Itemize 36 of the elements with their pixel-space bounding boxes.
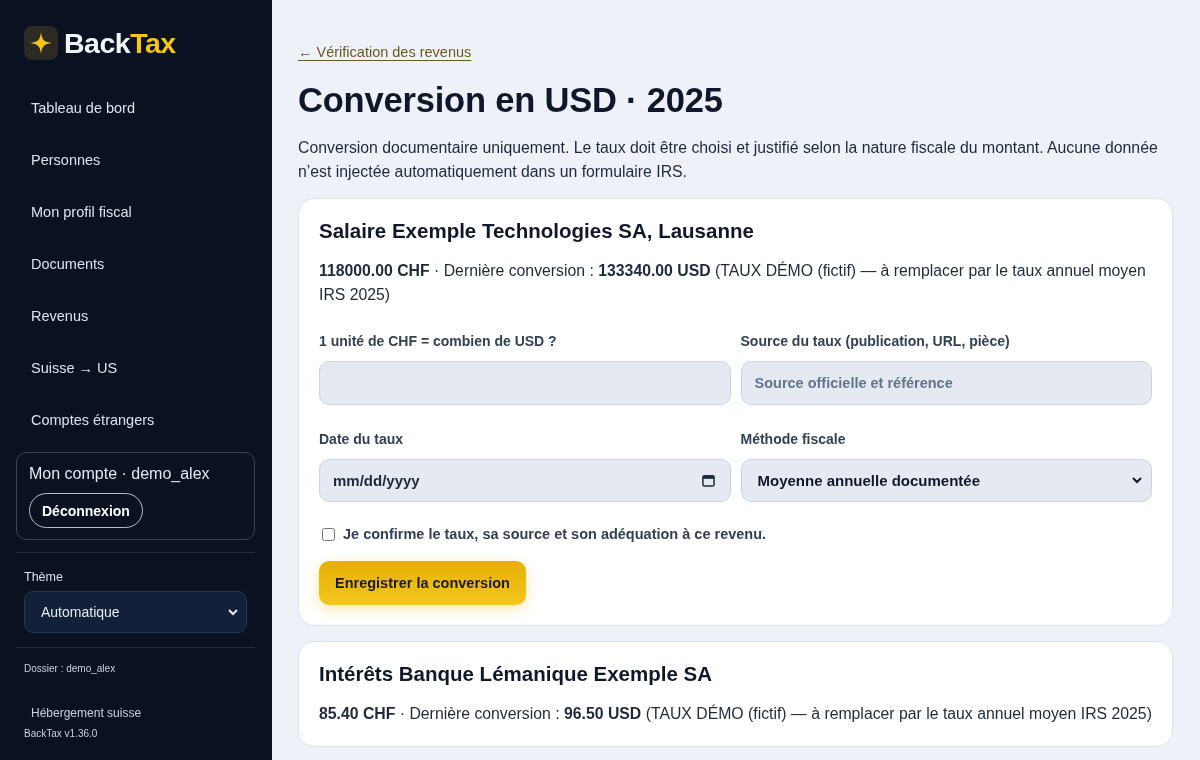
field-label: Méthode fiscale (740, 430, 846, 448)
field-label: Date du taux (319, 430, 403, 448)
save-button[interactable]: Enregistrer la conversion (319, 561, 526, 605)
input-field[interactable] (319, 361, 731, 405)
page-title: Conversion en USD · 2025 (298, 80, 723, 120)
back-link[interactable]: ← Vérification des revenus (298, 42, 472, 62)
nav-link[interactable]: Tableau de bord (16, 82, 255, 134)
nav-link[interactable]: Documents (16, 238, 255, 290)
theme-label: Thème (23, 569, 63, 585)
theme-dropdown[interactable]: Automatique (24, 591, 247, 633)
nav-link[interactable]: Mon profil fiscal (16, 186, 255, 238)
field-label: Source du taux (publication, URL, pièce) (740, 332, 1010, 350)
card-title: Intérêts Banque Lémanique Exemple SA (319, 661, 714, 687)
version-text: BackTax v1.36.0 (23, 727, 98, 741)
nav-link[interactable]: Revenus (16, 290, 255, 342)
field-label: 1 unité de CHF = combien de USD ? (319, 332, 557, 350)
hosting-text: Hébergement suisse (30, 705, 142, 721)
nav-link[interactable]: Personnes (16, 134, 255, 186)
chevron-down-icon (1132, 477, 1142, 484)
date-field[interactable]: mm/dd/yyyy (319, 459, 731, 502)
nav-link[interactable]: Comptes étrangers (16, 394, 255, 446)
confirm-label: Je confirme le taux, sa source et son adéquation à ce revenu. (343, 525, 767, 543)
account-label: Mon compte · demo_alex (29, 464, 210, 484)
card-title: Salaire Exemple Technologies SA, Lausanne (319, 218, 755, 244)
folder-text: Dossier : demo_alex (23, 662, 116, 676)
conversion-summary: 85.40 CHF · Dernière conversion : 96.50 USD (TAUX DÉMO (fictif) — à remplacer par le taux annuel moyen IRS 2025) (319, 703, 1152, 724)
brand-name: BackTax (64, 26, 176, 60)
chevron-down-icon (228, 608, 238, 616)
confirm-checkbox[interactable] (322, 527, 335, 541)
calendar-icon[interactable] (701, 474, 715, 487)
conversion-summary: 118000.00 CHF · Dernière conversion : 133340.00 USD (TAUX DÉMO (fictif) — à remplacer par le taux annuel moyen IRS 2025) (319, 260, 1147, 305)
input-field[interactable]: Source officielle et référence (740, 361, 1152, 405)
method-dropdown[interactable]: Moyenne annuelle documentée (740, 459, 1152, 502)
nav-link[interactable]: Suisse → US (16, 342, 255, 394)
intro-text: Conversion documentaire uniquement. Le taux doit être choisi et justifié selon la nature fiscale du montant. Aucune donnée n’est injectée automatiquement dans un formulaire IRS. (298, 138, 1159, 182)
sparkle-logo-icon (24, 26, 58, 60)
